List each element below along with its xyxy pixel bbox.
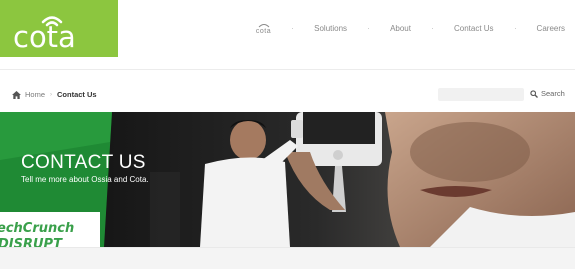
- hero-banner: echCrunch DISRUPT CONTACT US Tell me mor…: [0, 112, 575, 247]
- nav-item-about[interactable]: About: [390, 24, 411, 33]
- svg-text:cota: cota: [13, 20, 76, 52]
- nav-separator: [431, 28, 433, 29]
- search-button-label: Search: [541, 89, 565, 98]
- nav-item-careers[interactable]: Careers: [537, 24, 565, 33]
- hero-title: CONTACT US: [21, 152, 146, 173]
- breadcrumb-bar: Home › Contact Us Search: [0, 82, 575, 108]
- breadcrumb-home-link[interactable]: Home: [25, 90, 45, 99]
- content-area-top: [0, 247, 575, 269]
- breadcrumb-current: Contact Us: [57, 90, 97, 99]
- svg-text:echCrunch: echCrunch: [0, 221, 74, 236]
- search-button[interactable]: Search: [530, 89, 565, 98]
- nav-mini-logo-text: cota: [255, 28, 272, 35]
- nav-item-solutions[interactable]: Solutions: [314, 24, 347, 33]
- svg-text:DISRUPT: DISRUPT: [0, 237, 63, 247]
- main-nav: cota Solutions About Contact Us Careers: [256, 0, 575, 57]
- breadcrumb-separator: ›: [50, 91, 53, 98]
- home-icon[interactable]: [12, 90, 21, 99]
- site-logo[interactable]: cota: [0, 0, 118, 57]
- nav-item-contact-us[interactable]: Contact Us: [454, 24, 494, 33]
- search-input[interactable]: [438, 88, 524, 101]
- site-header: cota cota Solutions About Contact Us Car…: [0, 0, 575, 70]
- nav-separator: [368, 28, 370, 29]
- search-icon: [530, 89, 538, 98]
- nav-separator: [514, 28, 516, 29]
- breadcrumb: Home › Contact Us: [12, 90, 97, 99]
- hero-sign-graphic: echCrunch DISRUPT: [0, 221, 74, 247]
- nav-home-logo[interactable]: cota: [256, 22, 271, 35]
- cota-logo-icon: cota: [13, 16, 76, 52]
- hero-subtitle: Tell me more about Ossia and Cota.: [21, 175, 149, 184]
- nav-separator: [292, 28, 294, 29]
